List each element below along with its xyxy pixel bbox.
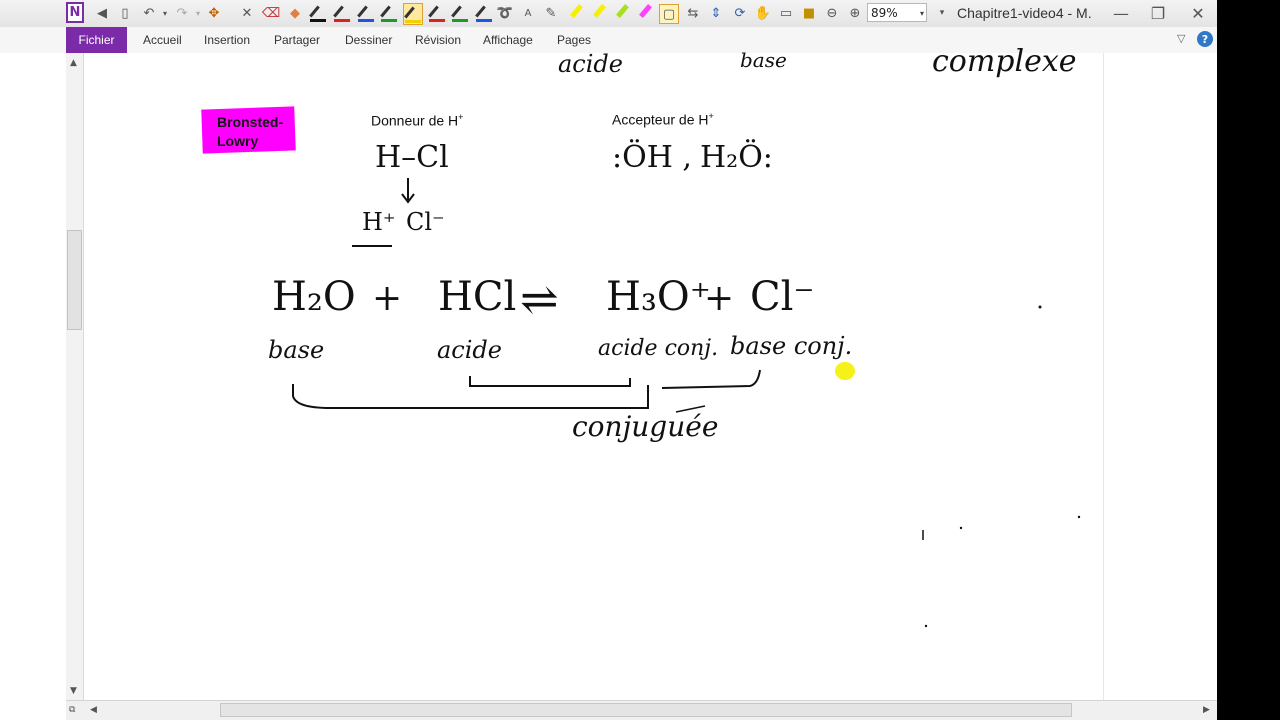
ink-strokes bbox=[292, 178, 1081, 628]
page-view-icon[interactable]: ⧉ bbox=[69, 705, 75, 715]
arrow-down-stroke bbox=[401, 178, 415, 204]
bracket-acide-pair bbox=[469, 376, 631, 387]
horizontal-scroll-thumb[interactable] bbox=[220, 703, 1072, 717]
accent-stroke bbox=[675, 405, 706, 413]
video-letterbox bbox=[1217, 0, 1280, 720]
ink-dot bbox=[1077, 515, 1081, 519]
scroll-left-icon[interactable]: ◀ bbox=[90, 705, 97, 715]
onenote-window: N ◀ ▯ ↶ ▾ ↷ ▾ ✥ ✕ ⌫ ◆ ➰ A ✎ ▢ ⇆ ⇕ ⟳ ✋ ▭ … bbox=[0, 0, 1217, 720]
cursor-highlight bbox=[835, 362, 855, 380]
ink-dot bbox=[1038, 305, 1042, 309]
bracket-base-pair bbox=[661, 369, 761, 389]
ink-dot bbox=[959, 526, 963, 530]
scroll-right-icon[interactable]: ▶ bbox=[1203, 705, 1210, 715]
ink-dot bbox=[924, 624, 928, 628]
bracket-base-acide bbox=[292, 384, 649, 409]
